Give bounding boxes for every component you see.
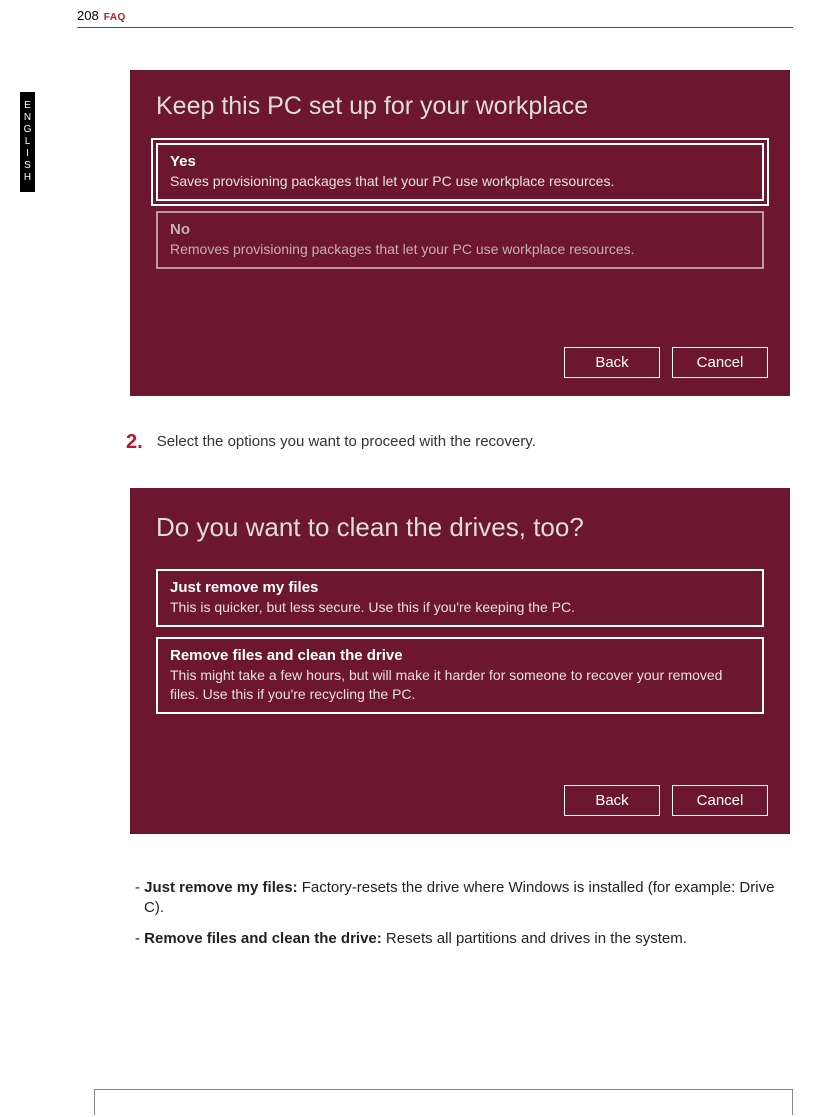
option-no[interactable]: No Removes provisioning packages that le… [156, 211, 764, 269]
content-area: Keep this PC set up for your workplace Y… [130, 70, 781, 959]
screenshot-clean-drives: Do you want to clean the drives, too? Ju… [130, 488, 790, 834]
page-number: 208 [77, 8, 99, 23]
back-button[interactable]: Back [564, 347, 660, 378]
option-just-remove[interactable]: Just remove my files This is quicker, bu… [156, 569, 764, 627]
bullet-list: - Just remove my files: Factory-resets t… [130, 878, 781, 949]
bullet-2-label: Remove files and clean the drive: [144, 930, 382, 947]
step-text: Select the options you want to proceed w… [157, 433, 536, 450]
option-a-title: Just remove my files [170, 579, 750, 596]
option-no-title: No [170, 221, 750, 238]
dialog-title: Do you want to clean the drives, too? [156, 512, 764, 543]
page-section: FAQ [104, 12, 126, 23]
bullet-2-text: Resets all partitions and drives in the … [382, 930, 687, 947]
step-number: 2. [126, 432, 143, 452]
option-yes-desc: Saves provisioning packages that let you… [170, 172, 750, 191]
footer-frame [94, 1089, 793, 1115]
button-row: Back Cancel [564, 347, 768, 378]
option-no-desc: Removes provisioning packages that let y… [170, 240, 750, 259]
option-yes-title: Yes [170, 153, 750, 170]
bullet-1: - Just remove my files: Factory-resets t… [130, 878, 781, 919]
option-a-desc: This is quicker, but less secure. Use th… [170, 598, 750, 617]
cancel-button[interactable]: Cancel [672, 785, 768, 816]
screenshot-workplace-setup: Keep this PC set up for your workplace Y… [130, 70, 790, 396]
option-yes[interactable]: Yes Saves provisioning packages that let… [156, 143, 764, 201]
page-header: 208 FAQ [77, 8, 793, 28]
option-clean-drive[interactable]: Remove files and clean the drive This mi… [156, 637, 764, 714]
step-2: 2. Select the options you want to procee… [126, 432, 781, 452]
button-row: Back Cancel [564, 785, 768, 816]
bullet-1-label: Just remove my files: [144, 879, 297, 896]
language-tab: ENGLISH [20, 92, 35, 192]
option-b-title: Remove files and clean the drive [170, 647, 750, 664]
option-b-desc: This might take a few hours, but will ma… [170, 666, 750, 704]
bullet-2: - Remove files and clean the drive: Rese… [130, 929, 781, 949]
dialog-title: Keep this PC set up for your workplace [156, 92, 764, 121]
back-button[interactable]: Back [564, 785, 660, 816]
cancel-button[interactable]: Cancel [672, 347, 768, 378]
